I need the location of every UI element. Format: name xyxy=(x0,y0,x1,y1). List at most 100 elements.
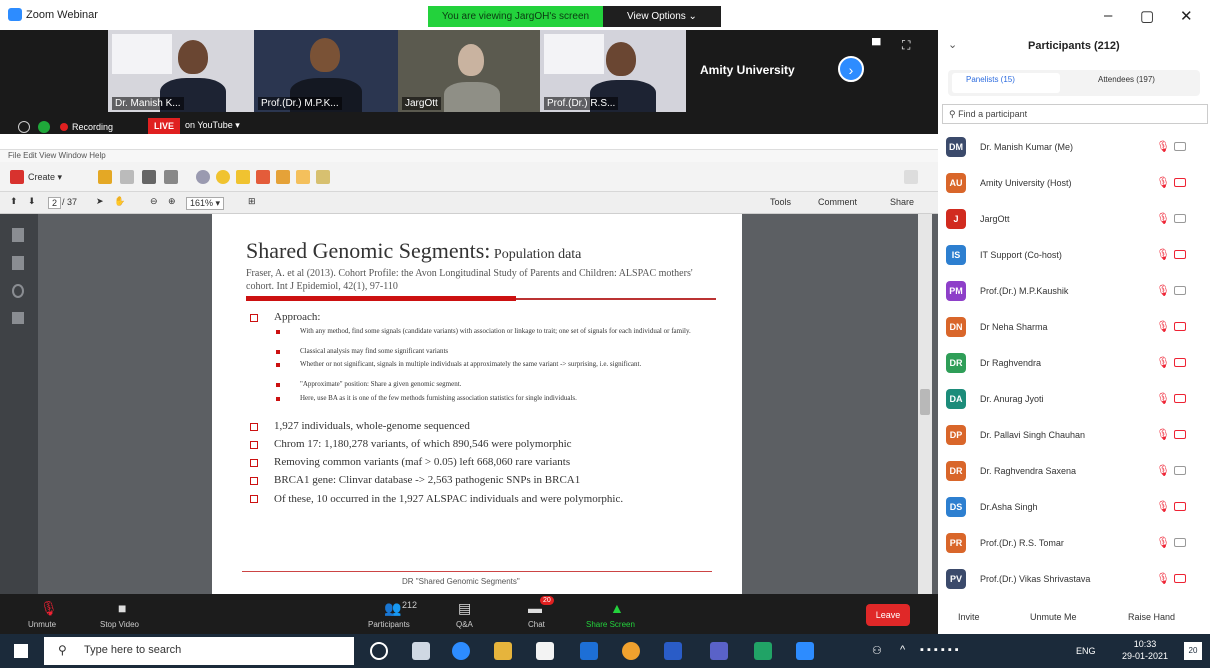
email-icon[interactable] xyxy=(164,170,178,184)
collapse-panel-icon[interactable]: ⌄ xyxy=(948,38,957,51)
select-tool-icon[interactable]: ➤ xyxy=(96,196,104,207)
participant-row[interactable]: DR Dr. Raghvendra Saxena 🎙 xyxy=(938,454,1210,490)
edge-icon[interactable] xyxy=(452,642,470,660)
comment-icon[interactable] xyxy=(216,170,230,184)
participant-row[interactable]: J JargOtt 🎙 xyxy=(938,202,1210,238)
cortana-icon[interactable] xyxy=(370,642,388,660)
share-tab[interactable]: Share xyxy=(890,197,914,207)
video-tile[interactable]: Prof.(Dr.) R.S... xyxy=(540,30,686,112)
qa-icon[interactable]: ▤ xyxy=(458,600,471,617)
share-screen-button[interactable]: Share Screen xyxy=(586,620,635,629)
participant-search-input[interactable]: ⚲ Find a participant xyxy=(942,104,1208,124)
next-page-icon[interactable]: ⬇ xyxy=(28,196,36,207)
view-options-button[interactable]: View Options ⌄ xyxy=(603,6,721,27)
taskbar-search-input[interactable]: ⚲ Type here to search xyxy=(44,637,354,665)
participant-row[interactable]: AU Amity University (Host) 🎙 xyxy=(938,166,1210,202)
participant-row[interactable]: DM Dr. Manish Kumar (Me) 🎙 xyxy=(938,130,1210,166)
zoom-in-icon[interactable]: ⊕ xyxy=(168,196,176,207)
task-view-icon[interactable] xyxy=(412,642,430,660)
participant-row[interactable]: PV Prof.(Dr.) Vikas Shrivastava 🎙 xyxy=(938,562,1210,598)
invite-button[interactable]: Invite xyxy=(958,612,980,622)
close-button[interactable]: ✕ xyxy=(1180,7,1193,25)
participant-row[interactable]: DN Dr Neha Sharma 🎙 xyxy=(938,310,1210,346)
avatar: PR xyxy=(946,533,966,553)
open-folder-icon[interactable] xyxy=(98,170,112,184)
zoom-app-icon[interactable] xyxy=(796,642,814,660)
create-button[interactable]: Create ▾ xyxy=(28,172,62,183)
layout-icon[interactable]: ▀ xyxy=(872,38,881,52)
participant-row[interactable]: PM Prof.(Dr.) M.P.Kaushik 🎙 xyxy=(938,274,1210,310)
participant-row[interactable]: DA Dr. Anurag Jyoti 🎙 xyxy=(938,382,1210,418)
mic-muted-icon[interactable]: 🎙 xyxy=(40,600,58,617)
video-tile[interactable]: JargOtt xyxy=(398,30,540,112)
next-videos-button[interactable]: › xyxy=(838,56,864,82)
prev-page-icon[interactable]: ⬆ xyxy=(10,196,18,207)
highlight-icon[interactable] xyxy=(256,170,270,184)
zoom-select[interactable]: 161% ▾ xyxy=(186,197,225,210)
unmute-me-button[interactable]: Unmute Me xyxy=(1030,612,1077,622)
tray-chevron-icon[interactable]: ^ xyxy=(900,644,905,656)
people-icon[interactable]: ⚇ xyxy=(872,644,882,657)
attach-icon[interactable] xyxy=(296,170,310,184)
shared-screen: File Edit View Window Help Create ▾ ⬆ ⬇ … xyxy=(0,134,938,594)
comment-tab[interactable]: Comment xyxy=(818,197,857,207)
video-tile[interactable]: Dr. Manish K... xyxy=(108,30,254,112)
participants-button[interactable]: Participants xyxy=(368,620,410,629)
chat-button[interactable]: Chat xyxy=(528,620,545,629)
participants-icon[interactable]: 👥 xyxy=(384,600,401,617)
participant-row[interactable]: IS IT Support (Co-host) 🎙 xyxy=(938,238,1210,274)
sign-icon[interactable] xyxy=(316,170,330,184)
scrollbar-thumb[interactable] xyxy=(920,389,930,415)
teams-icon[interactable] xyxy=(710,642,728,660)
share-screen-icon[interactable]: ▲ xyxy=(610,600,624,616)
unmute-button[interactable]: Unmute xyxy=(28,620,56,629)
language-indicator[interactable]: ENG xyxy=(1076,646,1096,656)
bullet-chrom17: Chrom 17: 1,180,278 variants, of which 8… xyxy=(274,438,572,450)
stamp-icon[interactable] xyxy=(276,170,290,184)
notifications-icon[interactable]: 20 xyxy=(1184,642,1202,660)
print-icon[interactable] xyxy=(142,170,156,184)
participant-row[interactable]: DS Dr.Asha Singh 🎙 xyxy=(938,490,1210,526)
qa-button[interactable]: Q&A xyxy=(456,620,473,629)
pages-icon[interactable] xyxy=(12,228,24,242)
chrome-icon[interactable] xyxy=(622,642,640,660)
maximize-button[interactable]: ▢ xyxy=(1140,7,1154,25)
page-number-input[interactable]: 2 xyxy=(48,197,62,209)
bullet-box xyxy=(250,459,258,467)
hand-tool-icon[interactable]: ✋ xyxy=(114,196,125,207)
taskbar-clock[interactable]: 10:33 29-01-2021 xyxy=(1122,638,1168,662)
windows-start-icon[interactable] xyxy=(14,644,28,658)
store-icon[interactable] xyxy=(536,642,554,660)
minimize-button[interactable]: – xyxy=(1104,7,1112,24)
acrobat-menu-bar[interactable]: File Edit View Window Help xyxy=(0,150,938,162)
tray-icons[interactable]: ▪ ▪ ▪ ▪ ▪ ▪ xyxy=(920,644,959,656)
video-tile[interactable]: Prof.(Dr.) M.P.K... xyxy=(254,30,398,112)
signatures-icon[interactable] xyxy=(12,312,24,324)
youtube-dropdown[interactable]: on YouTube ▾ xyxy=(185,120,240,131)
attachments-icon[interactable] xyxy=(12,284,24,298)
participant-row[interactable]: DP Dr. Pallavi Singh Chauhan 🎙 xyxy=(938,418,1210,454)
info-icon[interactable] xyxy=(18,121,30,133)
word-icon[interactable] xyxy=(664,642,682,660)
save-icon[interactable] xyxy=(120,170,134,184)
fit-page-icon[interactable]: ⊞ xyxy=(248,196,256,207)
zoom-out-icon[interactable]: ⊖ xyxy=(150,196,158,207)
participant-row[interactable]: DR Dr Raghvendra 🎙 xyxy=(938,346,1210,382)
tab-panelists[interactable]: Panelists (15) xyxy=(966,75,1015,84)
settings-icon[interactable] xyxy=(196,170,210,184)
tab-attendees[interactable]: Attendees (197) xyxy=(1098,75,1155,84)
shield-icon[interactable] xyxy=(38,121,50,133)
raise-hand-button[interactable]: Raise Hand xyxy=(1128,612,1175,622)
leave-button[interactable]: Leave xyxy=(866,604,910,626)
file-explorer-icon[interactable] xyxy=(494,642,512,660)
fullscreen-icon[interactable]: ⛶ xyxy=(902,38,910,53)
excel-icon[interactable] xyxy=(754,642,772,660)
mail-icon[interactable] xyxy=(580,642,598,660)
stop-video-button[interactable]: Stop Video xyxy=(100,620,139,629)
bookmarks-icon[interactable] xyxy=(12,256,24,270)
participant-row[interactable]: PR Prof.(Dr.) R.S. Tomar 🎙 xyxy=(938,526,1210,562)
tools-tab[interactable]: Tools xyxy=(770,197,791,207)
sticky-note-icon[interactable] xyxy=(236,170,250,184)
expand-icon[interactable] xyxy=(904,170,918,184)
video-camera-icon[interactable]: ■ xyxy=(118,600,126,616)
